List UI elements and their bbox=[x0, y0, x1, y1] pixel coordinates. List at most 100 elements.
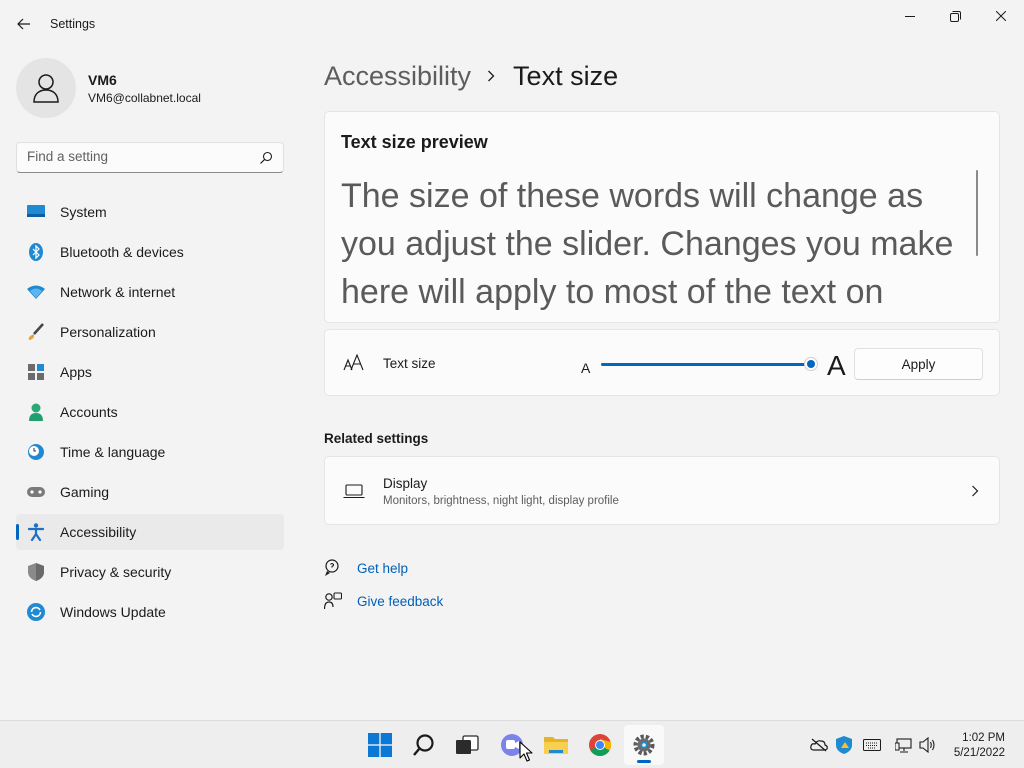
system-clock[interactable]: 1:02 PM 5/21/2022 bbox=[954, 731, 1005, 761]
monitor-icon bbox=[27, 203, 45, 221]
settings-taskbar-button[interactable] bbox=[624, 725, 664, 765]
sidebar-item-apps[interactable]: Apps bbox=[16, 354, 284, 390]
slider-min-label: A bbox=[581, 360, 591, 376]
back-arrow-icon bbox=[17, 18, 30, 30]
search-input[interactable] bbox=[27, 149, 247, 164]
chrome-button[interactable] bbox=[580, 725, 620, 765]
accessibility-icon bbox=[27, 523, 45, 541]
text-size-slider[interactable] bbox=[601, 357, 818, 371]
wifi-icon bbox=[27, 283, 45, 301]
text-size-label: Text size bbox=[383, 356, 436, 371]
give-feedback-link[interactable]: Give feedback bbox=[324, 592, 443, 610]
close-button[interactable] bbox=[978, 4, 1024, 28]
restore-button[interactable] bbox=[932, 4, 978, 28]
breadcrumb-parent[interactable]: Accessibility bbox=[324, 61, 471, 92]
sidebar-nav: System Bluetooth & devices Network & int… bbox=[16, 194, 284, 634]
sidebar-item-personalization[interactable]: Personalization bbox=[16, 314, 284, 350]
sidebar-item-label: Time & language bbox=[60, 444, 166, 460]
shield-icon bbox=[27, 563, 45, 581]
sidebar-item-system[interactable]: System bbox=[16, 194, 284, 230]
display-subtitle: Monitors, brightness, night light, displ… bbox=[383, 495, 619, 507]
user-profile[interactable]: VM6 VM6@collabnet.local bbox=[16, 58, 201, 118]
person-icon bbox=[27, 403, 45, 421]
back-button[interactable] bbox=[12, 12, 36, 36]
preview-title: Text size preview bbox=[341, 132, 488, 152]
update-icon bbox=[27, 603, 45, 621]
search-icon[interactable] bbox=[259, 151, 273, 165]
chevron-right-icon bbox=[487, 69, 497, 83]
volume-icon[interactable] bbox=[919, 736, 937, 754]
search-icon bbox=[413, 734, 434, 756]
sidebar-item-label: Gaming bbox=[60, 484, 110, 500]
sidebar-item-label: Accounts bbox=[60, 404, 118, 420]
display-title: Display bbox=[383, 476, 428, 491]
chrome-icon bbox=[589, 734, 612, 756]
sidebar-item-accounts[interactable]: Accounts bbox=[16, 394, 284, 430]
person-avatar-icon bbox=[33, 74, 59, 103]
laptop-icon bbox=[343, 484, 365, 499]
sidebar-item-label: Personalization bbox=[60, 324, 156, 340]
taskbar-search-button[interactable] bbox=[404, 725, 444, 765]
sidebar-item-accessibility[interactable]: Accessibility bbox=[16, 514, 284, 550]
onedrive-offline-icon[interactable] bbox=[810, 736, 828, 754]
close-icon bbox=[996, 11, 1006, 21]
security-shield-icon[interactable] bbox=[835, 736, 853, 754]
get-help-link[interactable]: Get help bbox=[324, 559, 408, 577]
settings-window: Settings VM6 VM6@collabnet.local System bbox=[0, 0, 1024, 720]
sidebar-item-time-language[interactable]: Time & language bbox=[16, 434, 284, 470]
folder-icon bbox=[544, 737, 568, 754]
task-view-button[interactable] bbox=[447, 725, 487, 765]
search-box[interactable] bbox=[16, 142, 284, 173]
profile-email: VM6@collabnet.local bbox=[88, 90, 201, 105]
clock-time: 1:02 PM bbox=[962, 732, 1005, 744]
breadcrumb: Accessibility Text size bbox=[324, 58, 618, 94]
feedback-icon bbox=[324, 592, 342, 610]
get-help-label: Get help bbox=[357, 560, 409, 576]
page-title: Text size bbox=[513, 60, 619, 91]
preview-scrollbar[interactable] bbox=[976, 170, 978, 256]
chevron-right-icon bbox=[972, 485, 979, 497]
restore-icon bbox=[949, 10, 961, 22]
keyboard-icon[interactable] bbox=[863, 736, 881, 754]
help-icon bbox=[325, 559, 339, 576]
text-size-icon bbox=[343, 354, 364, 371]
brush-icon bbox=[27, 323, 45, 341]
display-settings-link[interactable]: Display Monitors, brightness, night ligh… bbox=[324, 456, 1000, 525]
sidebar-item-gaming[interactable]: Gaming bbox=[16, 474, 284, 510]
taskbar: 1:02 PM 5/21/2022 bbox=[0, 720, 1024, 768]
sidebar-item-label: System bbox=[60, 204, 107, 220]
preview-text: The size of these words will change as y… bbox=[341, 177, 954, 311]
sidebar-item-label: Bluetooth & devices bbox=[60, 244, 184, 260]
sidebar-item-label: Privacy & security bbox=[60, 564, 172, 580]
network-icon[interactable] bbox=[895, 736, 913, 754]
sidebar-item-label: Apps bbox=[60, 364, 92, 380]
window-title: Settings bbox=[50, 17, 96, 31]
gamepad-icon bbox=[27, 483, 45, 501]
text-size-preview-card: Text size preview The size of these word… bbox=[324, 111, 1000, 323]
sidebar-item-windows-update[interactable]: Windows Update bbox=[16, 594, 284, 630]
minimize-icon bbox=[905, 16, 915, 17]
sidebar-item-network[interactable]: Network & internet bbox=[16, 274, 284, 310]
sidebar-item-label: Windows Update bbox=[60, 604, 166, 620]
sidebar-item-bluetooth[interactable]: Bluetooth & devices bbox=[16, 234, 284, 270]
minimize-button[interactable] bbox=[887, 4, 933, 28]
avatar bbox=[16, 58, 76, 118]
windows-logo-icon bbox=[368, 733, 392, 757]
slider-fill bbox=[601, 363, 811, 366]
text-size-setting-card: Text size A A Apply bbox=[324, 329, 1000, 396]
slider-max-label: A bbox=[827, 350, 846, 381]
bluetooth-icon bbox=[27, 243, 45, 261]
sidebar-item-label: Network & internet bbox=[60, 284, 176, 300]
clock-date: 5/21/2022 bbox=[953, 747, 1005, 759]
active-app-indicator bbox=[637, 760, 651, 763]
slider-thumb[interactable] bbox=[803, 357, 818, 371]
sidebar-item-privacy-security[interactable]: Privacy & security bbox=[16, 554, 284, 590]
gear-icon bbox=[633, 734, 655, 756]
related-settings-heading: Related settings bbox=[324, 431, 429, 446]
apply-button[interactable]: Apply bbox=[854, 348, 983, 380]
file-explorer-button[interactable] bbox=[536, 725, 576, 765]
title-bar: Settings bbox=[0, 0, 1024, 48]
apps-icon bbox=[27, 363, 45, 381]
start-button[interactable] bbox=[360, 725, 400, 765]
profile-name: VM6 bbox=[88, 71, 117, 88]
